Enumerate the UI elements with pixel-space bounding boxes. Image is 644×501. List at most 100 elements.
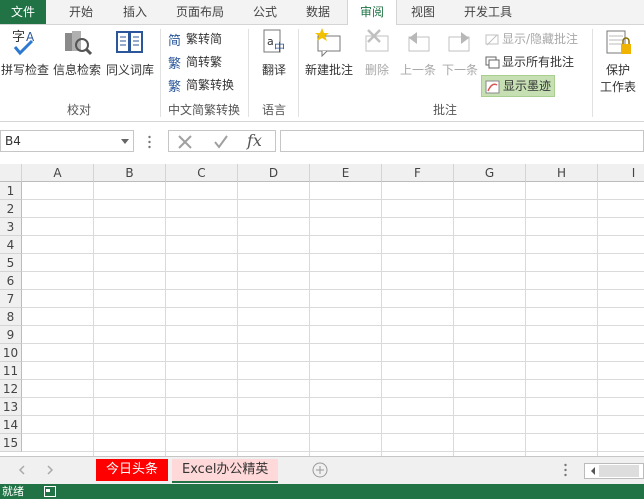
tab-formulas[interactable]: 公式: [243, 0, 287, 24]
column-header[interactable]: G: [454, 164, 526, 182]
delete-comment-label: 删除: [364, 63, 389, 77]
next-comment-label: 下一条: [441, 63, 478, 77]
row-header[interactable]: 7: [0, 290, 22, 308]
row-header[interactable]: 9: [0, 326, 22, 344]
cell-area[interactable]: [22, 182, 644, 456]
insert-function-button[interactable]: fx: [247, 131, 262, 150]
column-header[interactable]: F: [382, 164, 454, 182]
row-header[interactable]: 10: [0, 344, 22, 362]
research-label: 信息检索: [52, 63, 101, 77]
group-separator: [248, 29, 249, 117]
comments-group-label: 批注: [432, 103, 457, 117]
spell-check-button[interactable]: 字A 拼写检查: [0, 27, 50, 78]
show-hide-comment-button[interactable]: 显示/隐藏批注: [484, 29, 578, 49]
delete-comment-icon: [362, 27, 392, 57]
column-header[interactable]: E: [310, 164, 382, 182]
delete-comment-button[interactable]: 删除: [358, 27, 396, 78]
thesaurus-button[interactable]: 同义词库: [104, 27, 156, 78]
status-text: 就绪: [2, 485, 24, 498]
sheet-tab-active[interactable]: Excel办公精英: [172, 459, 279, 483]
ribbon-tab-bar: 文件 开始 插入 页面布局 公式 数据 审阅 视图 开发工具: [0, 0, 644, 25]
tab-insert[interactable]: 插入: [112, 0, 158, 24]
scroll-left-icon[interactable]: [18, 464, 26, 478]
sheet-tab-bar: 今日头条 Excel办公精英: [0, 456, 644, 485]
group-separator: [160, 29, 161, 117]
vertical-dots-icon: [148, 135, 151, 149]
simp-to-trad-button[interactable]: 繁简转繁: [168, 52, 222, 72]
cancel-icon[interactable]: [177, 134, 193, 153]
tab-view[interactable]: 视图: [401, 0, 445, 24]
row-header[interactable]: 15: [0, 434, 22, 452]
next-comment-button[interactable]: 下一条: [440, 27, 480, 78]
previous-comment-label: 上一条: [399, 63, 436, 77]
row-header[interactable]: 6: [0, 272, 22, 290]
arrow-left-icon: [403, 27, 433, 57]
thesaurus-label: 同义词库: [105, 63, 154, 77]
svg-text:中: 中: [274, 41, 285, 54]
translate-button[interactable]: a中 翻译: [254, 27, 294, 78]
tab-file[interactable]: 文件: [0, 0, 46, 24]
tab-review[interactable]: 审阅: [347, 0, 397, 25]
worksheet-grid: A B C D E F G H I 1 2 3 4 5 6 7 8 9 10 1…: [0, 164, 644, 456]
column-header[interactable]: C: [166, 164, 238, 182]
research-button[interactable]: 信息检索: [52, 27, 102, 78]
trad-to-simp-icon: 简: [168, 32, 184, 49]
protect-label-line2: 工作表: [599, 80, 636, 94]
add-sheet-icon[interactable]: [312, 462, 328, 481]
column-header[interactable]: H: [526, 164, 598, 182]
scroll-left-icon[interactable]: [586, 464, 600, 478]
scroll-right-icon[interactable]: [46, 464, 54, 478]
svg-text:繁: 繁: [168, 56, 181, 71]
row-header[interactable]: 8: [0, 308, 22, 326]
spell-check-icon: 字A: [10, 27, 40, 57]
arrow-right-icon: [445, 27, 475, 57]
new-comment-button[interactable]: 新建批注: [302, 27, 356, 78]
row-header[interactable]: 2: [0, 200, 22, 218]
svg-text:字: 字: [12, 30, 25, 45]
chinese-group-label: 中文简繁转换: [167, 103, 240, 117]
previous-comment-button[interactable]: 上一条: [398, 27, 438, 78]
group-separator: [592, 29, 593, 117]
show-ink-button[interactable]: 显示墨迹: [481, 75, 556, 97]
name-box[interactable]: B4: [0, 130, 134, 152]
column-header[interactable]: A: [22, 164, 94, 182]
tab-data[interactable]: 数据: [296, 0, 340, 24]
column-header[interactable]: I: [598, 164, 644, 182]
row-header[interactable]: 3: [0, 218, 22, 236]
row-header[interactable]: 5: [0, 254, 22, 272]
column-header[interactable]: B: [94, 164, 166, 182]
language-group-label: 语言: [261, 103, 286, 117]
horizontal-scrollbar[interactable]: [584, 463, 644, 479]
formula-input[interactable]: [280, 130, 644, 152]
row-header[interactable]: 11: [0, 362, 22, 380]
protect-label-line1: 保护: [605, 63, 630, 77]
row-header[interactable]: 12: [0, 380, 22, 398]
scrollbar-thumb[interactable]: [599, 465, 639, 477]
ribbon: 字A 拼写检查 信息检索 同义词库 校对 简繁转简 繁简转繁 繁简繁转换 中文简…: [0, 25, 644, 122]
comments-icon: [484, 55, 500, 71]
comment-toggle-icon: [484, 32, 500, 48]
row-header[interactable]: 1: [0, 182, 22, 200]
show-all-comments-button[interactable]: 显示所有批注: [484, 52, 574, 72]
formula-bar: B4 fx: [0, 128, 644, 154]
protect-sheet-button[interactable]: 保护 工作表: [596, 27, 640, 95]
svg-text:a: a: [267, 35, 274, 48]
tab-page-layout[interactable]: 页面布局: [168, 0, 232, 24]
row-header[interactable]: 13: [0, 398, 22, 416]
translate-label: 翻译: [261, 63, 286, 77]
simp-to-trad-icon: 繁: [168, 55, 184, 72]
tab-developer[interactable]: 开发工具: [456, 0, 520, 24]
select-all-corner[interactable]: [0, 164, 22, 182]
column-header[interactable]: D: [238, 164, 310, 182]
vertical-dots-icon: [564, 463, 567, 480]
tab-home[interactable]: 开始: [58, 0, 104, 24]
lock-icon: [603, 27, 633, 57]
chinese-conversion-button[interactable]: 繁简繁转换: [168, 75, 234, 95]
trad-to-simp-button[interactable]: 简繁转简: [168, 29, 222, 49]
enter-icon[interactable]: [213, 134, 229, 153]
row-header[interactable]: 4: [0, 236, 22, 254]
chevron-down-icon[interactable]: [121, 139, 129, 144]
sheet-tab[interactable]: 今日头条: [96, 459, 169, 481]
row-header[interactable]: 14: [0, 416, 22, 434]
translate-icon: a中: [259, 27, 289, 57]
